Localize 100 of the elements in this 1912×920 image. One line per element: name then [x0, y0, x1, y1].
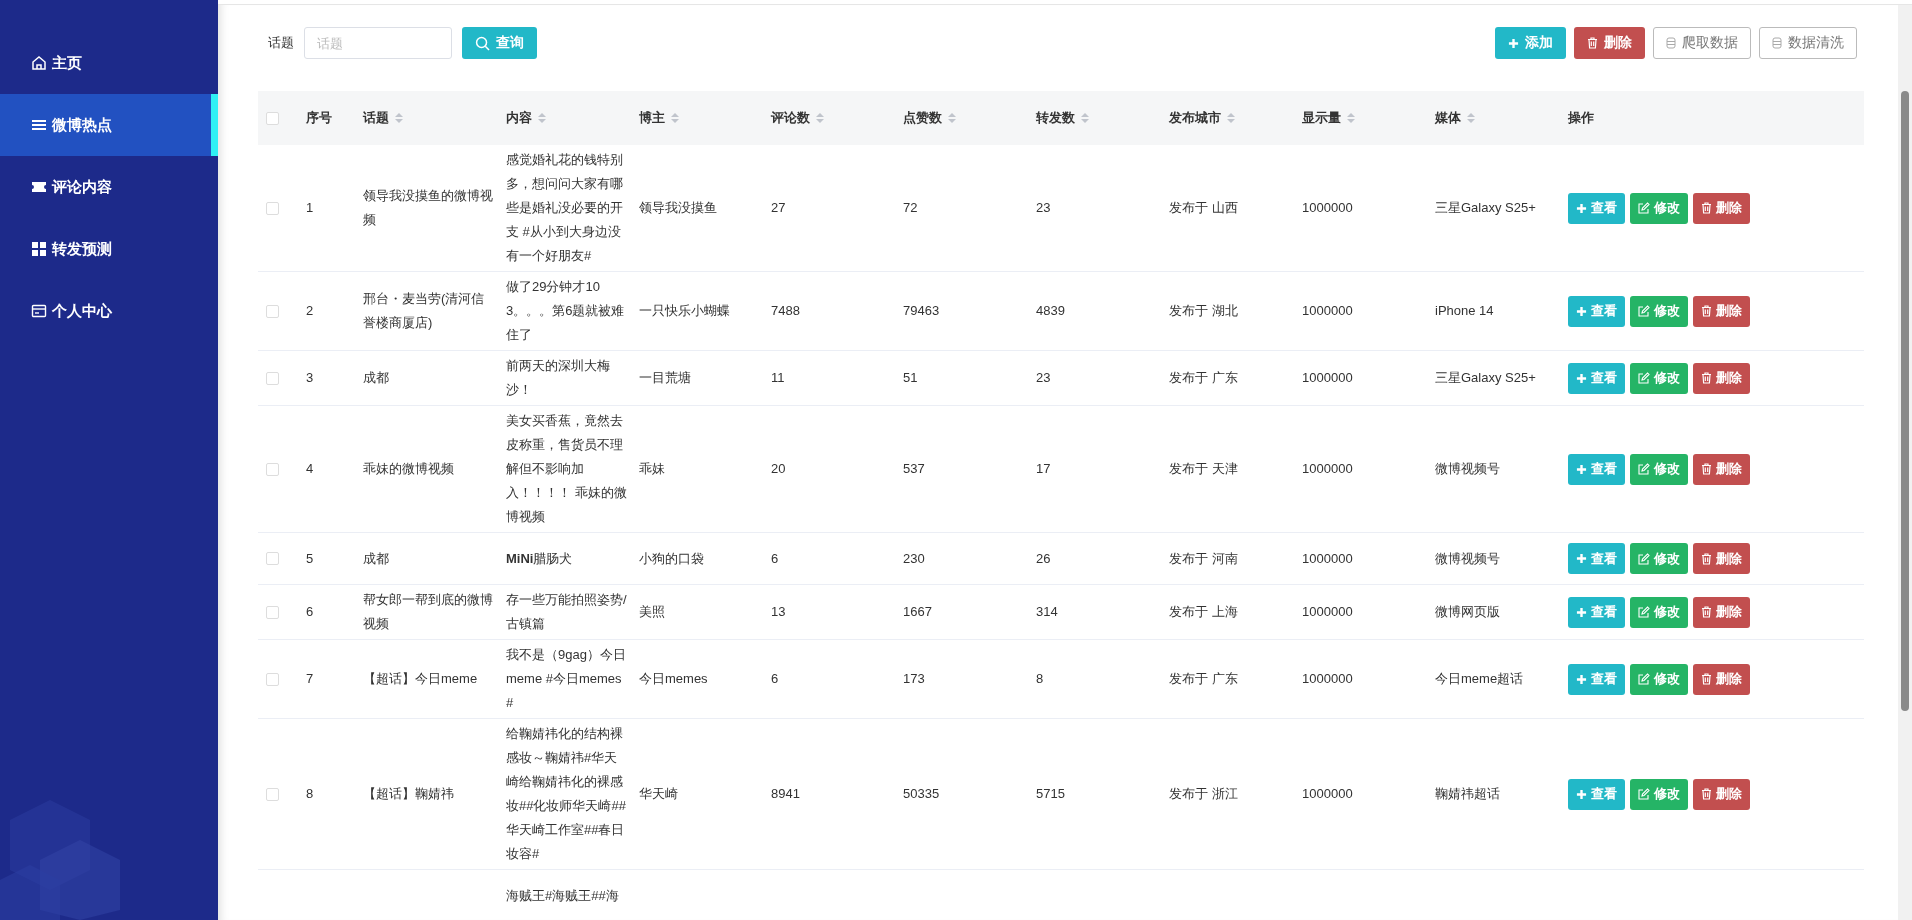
sort-icon[interactable]	[671, 112, 679, 124]
sort-icon[interactable]	[395, 112, 403, 124]
view-button[interactable]: 查看	[1568, 596, 1625, 628]
delete-button[interactable]: 删除	[1693, 778, 1750, 810]
checkbox[interactable]	[266, 672, 279, 686]
sidebar-item[interactable]: 评论内容	[0, 156, 218, 218]
view-button[interactable]: 查看	[1568, 295, 1625, 327]
sort-icon[interactable]	[816, 112, 824, 124]
checkbox[interactable]	[266, 201, 279, 215]
checkbox[interactable]	[266, 371, 279, 385]
table-cell: 发布于 山西	[1169, 200, 1238, 215]
delete-button[interactable]: 删除	[1693, 295, 1750, 327]
table-cell: 314	[1036, 604, 1058, 619]
delete-button[interactable]: 删除	[1574, 27, 1645, 59]
column-header: 序号	[306, 109, 332, 127]
toolbar-button[interactable]: 数据清洗	[1759, 27, 1857, 59]
sidebar-item[interactable]: 主页	[0, 32, 218, 94]
table-cell: 72	[903, 200, 918, 215]
view-button[interactable]: 查看	[1568, 778, 1625, 810]
table-cell: 华天崎	[639, 786, 678, 801]
table-cell: 发布于 广东	[1169, 671, 1238, 686]
table-cell: 51	[903, 370, 918, 385]
edit-button[interactable]: 修改	[1630, 663, 1688, 695]
view-button[interactable]: 查看	[1568, 192, 1625, 224]
edit-button[interactable]: 修改	[1630, 192, 1688, 224]
sidebar-item[interactable]: 个人中心	[0, 280, 218, 342]
edit-button[interactable]: 修改	[1630, 453, 1688, 485]
add-button[interactable]: 添加	[1495, 27, 1566, 59]
table-cell: 海贼王#海贼王##海	[506, 887, 619, 903]
table-cell: 【超话】今日meme	[363, 671, 478, 686]
table-cell: 一只快乐小蝴蝶	[639, 303, 730, 318]
table-cell: 230	[903, 550, 925, 566]
search-icon	[475, 35, 490, 51]
scrollbar[interactable]	[1898, 5, 1912, 920]
sidebar-item[interactable]: 微博热点	[0, 94, 218, 156]
sort-icon[interactable]	[1467, 112, 1475, 124]
table-cell: 存一些万能拍照姿势/古镇篇	[506, 592, 627, 631]
view-button[interactable]: 查看	[1568, 362, 1625, 394]
column-header[interactable]: 显示量	[1302, 109, 1355, 127]
table-cell: MiNi腊肠犬	[506, 550, 573, 566]
sort-icon[interactable]	[1081, 112, 1089, 124]
column-header[interactable]: 博主	[639, 109, 679, 127]
edit-button[interactable]: 修改	[1630, 543, 1688, 574]
trash-icon	[1701, 463, 1712, 475]
column-header[interactable]: 话题	[363, 109, 403, 127]
edit-button[interactable]: 修改	[1630, 295, 1688, 327]
checkbox[interactable]	[266, 304, 279, 318]
home-icon	[31, 55, 47, 71]
trash-icon	[1587, 37, 1598, 49]
column-header[interactable]: 转发数	[1036, 109, 1089, 127]
plus-icon	[1508, 37, 1519, 49]
edit-button[interactable]: 修改	[1630, 362, 1688, 394]
view-button[interactable]: 查看	[1568, 453, 1625, 485]
table-cell: 美照	[639, 604, 665, 619]
database-icon	[1772, 37, 1782, 49]
delete-button[interactable]: 删除	[1693, 192, 1750, 224]
checkbox[interactable]	[266, 787, 279, 801]
table-cell: 领导我没摸鱼的微博视频	[363, 188, 493, 227]
table-cell: 乖妹的微博视频	[363, 461, 454, 476]
delete-button[interactable]: 删除	[1693, 543, 1750, 574]
sort-icon[interactable]	[538, 112, 546, 124]
checkbox[interactable]	[266, 552, 279, 565]
sort-icon[interactable]	[1227, 112, 1235, 124]
delete-button[interactable]: 删除	[1693, 663, 1750, 695]
table-cell: 感觉婚礼花的钱特别多，想问问大家有哪些是婚礼没必要的开支 #从小到大身边没有一个好朋友#	[506, 152, 623, 263]
column-header[interactable]: 内容	[506, 109, 546, 127]
column-header[interactable]: 评论数	[771, 109, 824, 127]
table-cell: 11	[771, 370, 785, 385]
table-cell: 邢台・麦当劳(清河信誉楼商厦店)	[363, 291, 485, 330]
table-cell: 一目荒塘	[639, 370, 691, 385]
delete-button[interactable]: 删除	[1693, 362, 1750, 394]
edit-button[interactable]: 修改	[1630, 778, 1688, 810]
table-cell: 6	[306, 604, 314, 619]
column-header[interactable]: 发布城市	[1169, 109, 1235, 127]
checkbox[interactable]	[266, 111, 279, 125]
sort-icon[interactable]	[1347, 112, 1355, 124]
column-header[interactable]: 点赞数	[903, 109, 956, 127]
sort-icon[interactable]	[948, 112, 956, 124]
table-cell: 1	[306, 200, 314, 215]
table-cell: 6	[771, 671, 779, 686]
column-header[interactable]: 媒体	[1435, 109, 1475, 127]
delete-button[interactable]: 删除	[1693, 453, 1750, 485]
checkbox[interactable]	[266, 462, 279, 476]
table-cell: 微博视频号	[1435, 550, 1500, 566]
table-cell: 微博视频号	[1435, 461, 1500, 476]
view-button[interactable]: 查看	[1568, 543, 1625, 574]
view-button[interactable]: 查看	[1568, 663, 1625, 695]
table-cell: 1000000	[1302, 604, 1353, 619]
table-cell: 【超话】鞠婧祎	[363, 786, 454, 801]
delete-button[interactable]: 删除	[1693, 596, 1750, 628]
checkbox[interactable]	[266, 605, 279, 619]
search-button[interactable]: 查询	[462, 27, 537, 59]
column-header: 操作	[1568, 109, 1594, 127]
toolbar-button[interactable]: 爬取数据	[1653, 27, 1751, 59]
table-cell: 20	[771, 461, 786, 476]
topic-input[interactable]: 话题	[304, 27, 452, 59]
table-cell: 发布于 上海	[1169, 604, 1238, 619]
edit-button[interactable]: 修改	[1630, 596, 1688, 628]
table-cell: 帮女郎一帮到底的微博视频	[363, 592, 493, 631]
sidebar-item[interactable]: 转发预测	[0, 218, 218, 280]
